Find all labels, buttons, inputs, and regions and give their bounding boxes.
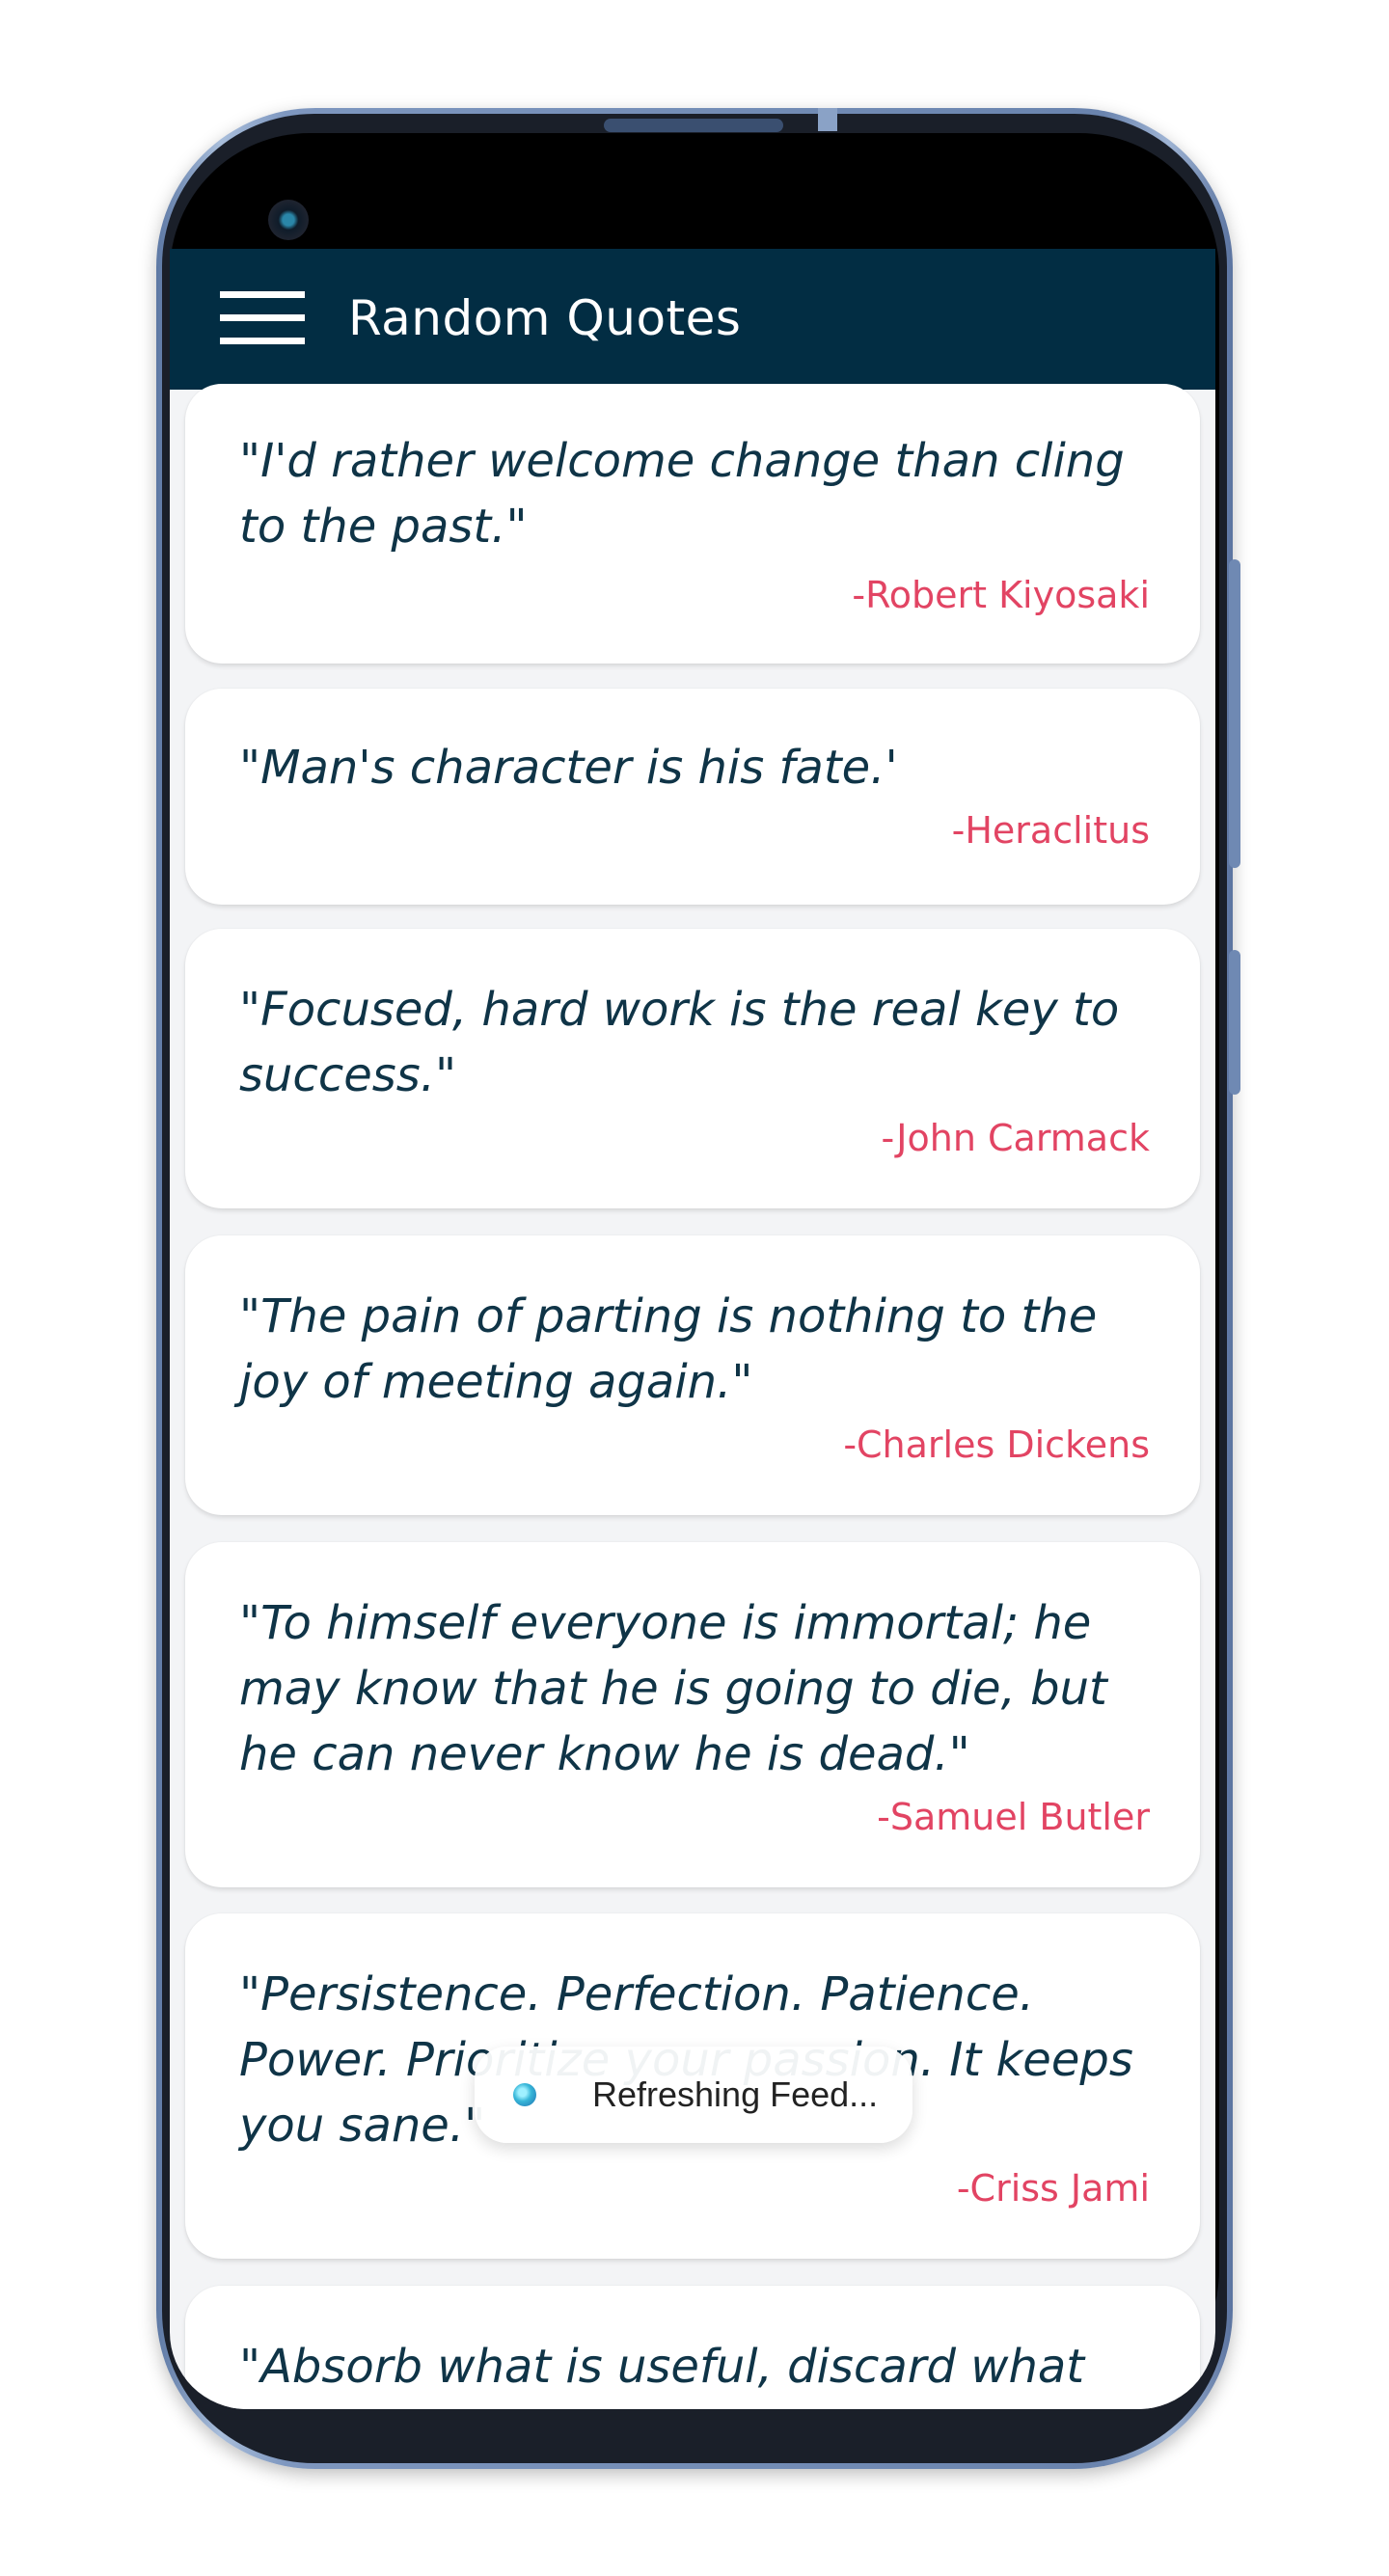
toast-message: Refreshing Feed... <box>592 2074 879 2114</box>
antenna-band <box>818 108 837 131</box>
quote-author: -Robert Kiyosaki <box>852 574 1150 616</box>
quote-text: "Man's character is his fate.' <box>239 741 898 795</box>
earpiece-grille <box>604 119 783 132</box>
quote-text: "Absorb what is useful, discard what <box>239 2340 1085 2394</box>
power-button <box>1229 559 1240 868</box>
app-bar: Random Quotes <box>170 249 1215 390</box>
menu-line <box>220 314 305 321</box>
quote-text: "I'd rather welcome change than cling to… <box>239 434 1125 554</box>
quote-card[interactable]: "The pain of parting is nothing to the j… <box>185 1235 1200 1515</box>
quote-text: "To himself everyone is immortal; he may… <box>239 1596 1107 1781</box>
refreshing-toast: Refreshing Feed... <box>475 2047 912 2143</box>
quote-text: "Focused, hard work is the real key to s… <box>239 983 1120 1102</box>
quote-author: -Heraclitus <box>951 809 1150 852</box>
app-screen: Random Quotes "I'd rather welcome change… <box>170 249 1215 2409</box>
front-camera-icon <box>268 200 309 240</box>
quote-card[interactable]: "Man's character is his fate.' -Heraclit… <box>185 689 1200 905</box>
quote-card[interactable]: "I'd rather welcome change than cling to… <box>185 384 1200 664</box>
menu-line <box>220 291 305 298</box>
app-icon <box>513 2083 536 2106</box>
app-title: Random Quotes <box>348 290 742 346</box>
menu-line <box>220 338 305 344</box>
quote-author: -Samuel Butler <box>877 1796 1150 1838</box>
quote-text: "The pain of parting is nothing to the j… <box>239 1289 1098 1409</box>
quote-card[interactable]: "To himself everyone is immortal; he may… <box>185 1542 1200 1887</box>
quote-author: -Charles Dickens <box>843 1424 1150 1466</box>
volume-button <box>1229 950 1240 1095</box>
quote-card[interactable]: "Focused, hard work is the real key to s… <box>185 929 1200 1208</box>
quote-author: -John Carmack <box>881 1117 1150 1159</box>
hamburger-menu-icon[interactable] <box>220 291 305 345</box>
quote-card[interactable]: "Absorb what is useful, discard what <box>185 2286 1200 2409</box>
quote-author: -Criss Jami <box>956 2167 1150 2210</box>
